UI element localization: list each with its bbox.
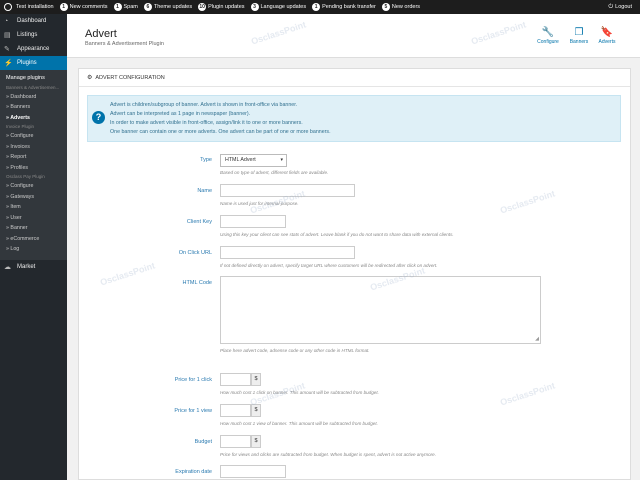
logout-icon: ⏻	[608, 3, 614, 10]
brush-icon: ✎	[4, 46, 10, 53]
info-box: ? Advert is children/subgroup of banner.…	[87, 95, 621, 142]
dashboard-icon: ◔	[4, 17, 9, 25]
sidebar-item-market[interactable]: ☁ Market	[0, 260, 67, 274]
notif-bank-transfer[interactable]: 1 Pending bank transfer	[312, 3, 376, 11]
cog-icon: ⚙	[87, 75, 93, 81]
wrench-icon: 🔧	[541, 27, 555, 38]
info-line: In order to make advert visible in front…	[110, 120, 303, 126]
sidebar-pay-user[interactable]: » User	[0, 213, 67, 224]
admin-topbar: Test installation 1 New comments 1 Spam 6T…	[0, 0, 640, 14]
adverts-button[interactable]: 🔖 Adverts	[593, 26, 621, 45]
sidebar-group-invoice: Invoice Plugin	[6, 124, 35, 129]
info-line: Advert can be interpreted as 1 page in n…	[110, 111, 251, 117]
price-view-help: How much cost 1 view of banner. This amo…	[220, 421, 378, 426]
wordpress-logo-icon	[4, 3, 12, 11]
site-link[interactable]: Test installation	[4, 3, 54, 11]
price-view-label: Price for 1 view	[174, 408, 212, 414]
expiration-label: Expiration date	[175, 469, 212, 475]
budget-currency: $	[251, 435, 261, 448]
sidebar-item-plugins[interactable]: ⚡ Plugins	[0, 56, 67, 70]
sidebar-item-listings[interactable]: ▤ Listings	[0, 28, 67, 42]
notif-spam[interactable]: 1 Spam	[113, 3, 138, 11]
banners-button[interactable]: ❐ Banners	[565, 26, 593, 45]
panel-header: ⚙ ADVERT CONFIGURATION	[79, 69, 630, 87]
sidebar-invoice-invoices[interactable]: » Invoices	[0, 142, 67, 153]
type-help: Based on type of advert, different field…	[220, 170, 329, 175]
url-help: If not defined directly on advert, speci…	[220, 263, 438, 268]
price-click-input[interactable]	[220, 373, 251, 386]
url-input[interactable]	[220, 246, 355, 259]
admin-sidebar: ◔ Dashboard ▤ Listings ✎ Appearance ⚡ Plugin…	[0, 14, 67, 480]
page-title: Advert	[85, 28, 117, 40]
client-key-input[interactable]	[220, 215, 286, 228]
price-view-input[interactable]	[220, 404, 251, 417]
sidebar-group-osclasspay: Osclass Pay Plugin	[6, 174, 45, 179]
sidebar-pay-configure[interactable]: » Configure	[0, 181, 67, 192]
type-select[interactable]: HTML Advert ▾	[220, 154, 287, 167]
info-line: Advert is children/subgroup of banner. A…	[110, 102, 298, 108]
url-label: On Click URL	[178, 250, 212, 256]
watermark: OsclassPoint	[498, 380, 557, 408]
sidebar-pay-gateways[interactable]: » Gateways	[0, 192, 67, 203]
sidebar-banners-adverts[interactable]: » Adverts	[0, 113, 67, 124]
price-click-currency: $	[251, 373, 261, 386]
price-click-help: How much cost 1 click on banner. This am…	[220, 390, 379, 395]
sidebar-item-appearance[interactable]: ✎ Appearance	[0, 42, 67, 56]
clone-icon: ❐	[574, 27, 584, 38]
client-key-help: Using this key your client can see stats…	[220, 232, 454, 237]
sidebar-invoice-configure[interactable]: » Configure	[0, 131, 67, 142]
info-line: One banner can contain one or more adver…	[110, 129, 331, 135]
html-code-textarea[interactable]: ◢	[220, 276, 541, 344]
logout-link[interactable]: ⏻ Logout	[608, 4, 632, 11]
page-header: Advert Banners & Advertisement Plugin 🔧 C…	[67, 14, 640, 58]
question-icon: ?	[92, 111, 105, 124]
notif-comments[interactable]: 1 New comments	[59, 3, 108, 11]
notif-language-updates[interactable]: 3 Language updates	[250, 3, 306, 11]
page-subtitle: Banners & Advertisement Plugin	[85, 41, 164, 47]
listings-icon: ▤	[4, 32, 11, 39]
sidebar-banners-dashboard[interactable]: » Dashboard	[0, 92, 67, 103]
name-help: Name is used just for internal purpose.	[220, 201, 299, 206]
chevron-down-icon: ▾	[280, 157, 283, 163]
budget-help: Price for views and clicks are subtracte…	[220, 452, 437, 457]
notif-new-orders[interactable]: 5 New orders	[381, 3, 420, 11]
bookmark-icon: 🔖	[600, 27, 614, 38]
plug-icon: ⚡	[4, 60, 13, 67]
sidebar-pay-banner[interactable]: » Banner	[0, 223, 67, 234]
advert-config-panel: ⚙ ADVERT CONFIGURATION ? Advert is childr…	[78, 68, 631, 480]
name-label: Name	[197, 188, 212, 194]
price-click-label: Price for 1 click	[174, 377, 212, 383]
sidebar-pay-item[interactable]: » Item	[0, 202, 67, 213]
budget-label: Budget	[194, 439, 212, 445]
client-key-label: Client Key	[186, 219, 212, 225]
name-input[interactable]	[220, 184, 355, 197]
expiration-input[interactable]	[220, 465, 286, 478]
configure-button[interactable]: 🔧 Configure	[534, 26, 562, 45]
sidebar-group-banners: Banners & Advertisemen...	[6, 84, 60, 90]
plugins-submenu: Manage plugins Banners & Advertisemen...…	[0, 70, 67, 260]
sidebar-banners-banners[interactable]: » Banners	[0, 102, 67, 113]
watermark: OsclassPoint	[498, 188, 557, 216]
sidebar-invoice-report[interactable]: » Report	[0, 152, 67, 163]
cloud-icon: ☁	[4, 263, 11, 271]
sidebar-pay-ecommerce[interactable]: » eCommerce	[0, 234, 67, 245]
notif-plugin-updates[interactable]: 10 Plugin updates	[198, 3, 245, 11]
sidebar-item-dashboard[interactable]: ◔ Dashboard	[0, 14, 67, 28]
type-label: Type	[200, 157, 212, 163]
sidebar-invoice-profiles[interactable]: » Profiles	[0, 163, 67, 174]
html-code-label: HTML Code	[182, 280, 212, 286]
sidebar-manage-plugins[interactable]: Manage plugins	[0, 73, 67, 84]
resize-handle-icon[interactable]: ◢	[535, 336, 539, 342]
notif-theme-updates[interactable]: 6 Theme updates	[143, 3, 192, 11]
html-code-help: Place here advert code, adsense code or …	[220, 348, 370, 353]
sidebar-pay-log[interactable]: » Log	[0, 244, 67, 255]
price-view-currency: $	[251, 404, 261, 417]
budget-input[interactable]	[220, 435, 251, 448]
